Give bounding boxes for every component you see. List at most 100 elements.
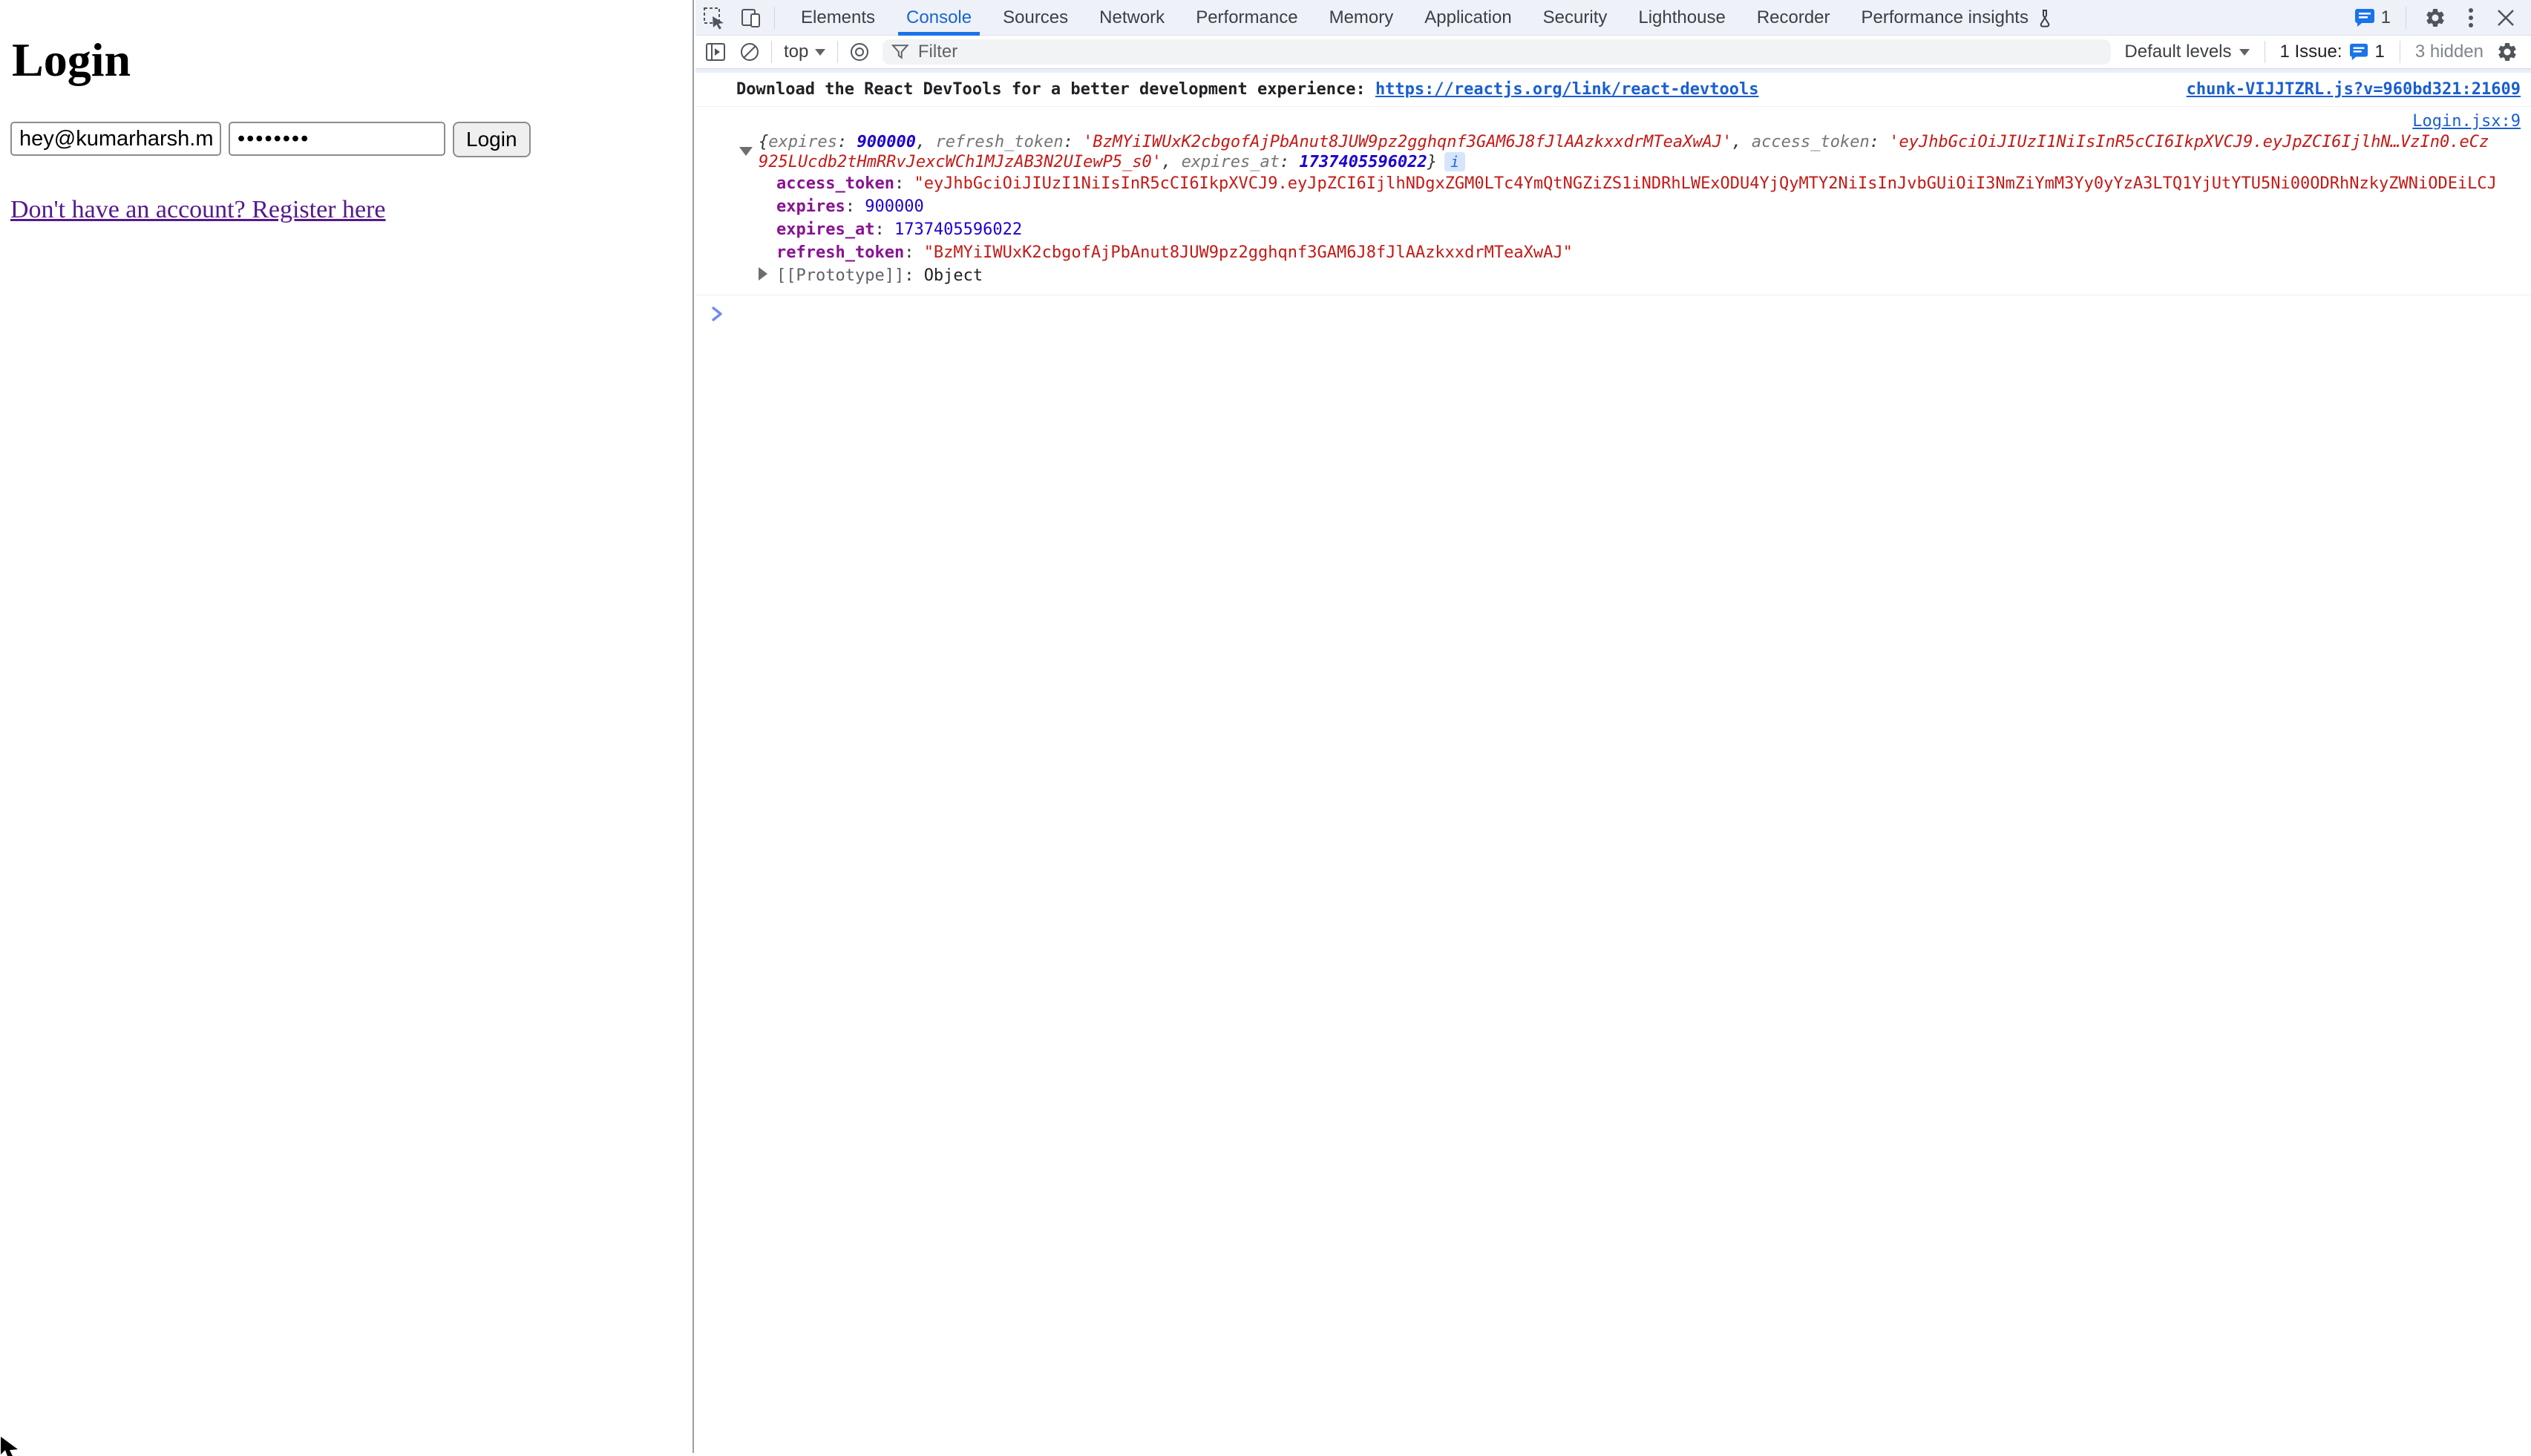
preview-segment: : <box>1870 133 1890 151</box>
hidden-messages-label: 3 hidden <box>2415 42 2483 62</box>
preview-segment: } <box>1427 153 1437 171</box>
preview-segment: 'eyJhbGciOiJIUzI1NiIsInR5cCI6IkpXVCJ9.ey… <box>1889 133 2489 151</box>
issues-count: 1 <box>2375 42 2385 62</box>
tab-label: Elements <box>801 7 875 28</box>
react-devtools-message: Download the React DevTools for a better… <box>736 80 1759 99</box>
source-link-chunk[interactable]: chunk-VIJJTZRL.js?v=960bd321:21609 <box>2187 80 2521 99</box>
tab-lighthouse[interactable]: Lighthouse <box>1623 0 1741 36</box>
preview-segment: 'BzMYiIWUxK2cbgofAjPbAnut8JUW9pz2gghqnf3… <box>1083 133 1732 151</box>
console-settings-gear-icon[interactable] <box>2494 36 2521 68</box>
issues-counter[interactable]: 1 Issue: 1 <box>2280 42 2385 62</box>
console-filter <box>883 39 2111 65</box>
inspect-element-icon[interactable] <box>695 0 733 36</box>
context-label: top <box>784 42 808 62</box>
preview-segment: expires_at <box>1182 153 1280 171</box>
execution-context-selector[interactable]: top <box>776 42 833 62</box>
tab-sources[interactable]: Sources <box>987 0 1084 36</box>
page-title: Login <box>12 33 692 88</box>
prop-key: refresh_token <box>776 243 904 262</box>
device-toolbar-icon[interactable] <box>733 0 770 36</box>
prototype-row: [[Prototype]]: Object <box>759 264 2521 287</box>
password-field[interactable] <box>229 122 445 156</box>
preview-segment: , <box>1162 153 1182 171</box>
tab-performance-insights[interactable]: Performance insights <box>1846 0 2069 36</box>
login-button[interactable]: Login <box>453 122 531 157</box>
console-prop-row: expires_at: 1737405596022 <box>776 218 2521 241</box>
collapse-triangle-icon[interactable] <box>739 147 753 156</box>
tab-recorder[interactable]: Recorder <box>1741 0 1846 36</box>
prop-value: 900000 <box>865 197 923 216</box>
expand-triangle-icon[interactable] <box>759 267 767 281</box>
tab-label: Memory <box>1329 7 1394 28</box>
prop-colon: : <box>874 220 894 239</box>
tab-console[interactable]: Console <box>891 0 987 36</box>
prop-colon: : <box>904 243 924 262</box>
preview-segment: { <box>759 133 768 151</box>
clear-console-icon[interactable] <box>733 36 767 68</box>
preview-segment: refresh_token <box>935 133 1063 151</box>
tab-label: Performance <box>1196 7 1297 28</box>
value-evaluated-info-badge[interactable]: i <box>1444 152 1465 171</box>
settings-gear-icon[interactable] <box>2421 0 2449 36</box>
browser-page: Login Login Don't have an account? Regis… <box>0 0 694 1453</box>
preview-segment: access_token <box>1752 133 1870 151</box>
prop-value: 1737405596022 <box>894 220 1022 239</box>
tab-security[interactable]: Security <box>1528 0 1623 36</box>
tab-label: Performance insights <box>1862 7 2029 28</box>
preview-segment: : <box>1064 133 1084 151</box>
object-properties: access_token: "eyJhbGciOiJIUzI1NiIsInR5c… <box>776 172 2521 264</box>
console-messages-indicator[interactable]: 1 <box>2354 7 2391 28</box>
preview-segment: 1737405596022 <box>1300 153 1427 171</box>
react-devtools-link[interactable]: https://reactjs.org/link/react-devtools <box>1375 80 1759 99</box>
register-link[interactable]: Don't have an account? Register here <box>10 196 386 224</box>
divider <box>774 7 775 29</box>
console-sidebar-toggle-icon[interactable] <box>698 36 733 68</box>
tab-elements[interactable]: Elements <box>785 0 891 36</box>
tab-application[interactable]: Application <box>1409 0 1527 36</box>
email-field[interactable] <box>10 122 221 156</box>
tabbar-right-controls: 1 <box>2354 0 2531 36</box>
devtools-tabbar: Elements Console Sources Network Performance… <box>695 0 2531 36</box>
tab-label: Lighthouse <box>1638 7 1725 28</box>
preview-segment: 900000 <box>857 133 915 151</box>
tab-network[interactable]: Network <box>1084 0 1180 36</box>
live-expression-eye-icon[interactable] <box>842 36 877 68</box>
prop-colon: : <box>845 197 865 216</box>
tab-label: Recorder <box>1757 7 1830 28</box>
prop-key: expires_at <box>776 220 874 239</box>
prompt-chevron-icon <box>709 306 725 322</box>
preview-segment: 925LUcdb2tHmRRvJexcWCh1MJzAB3N2UIewP5_s0… <box>759 153 1162 171</box>
mouse-cursor <box>0 1437 22 1456</box>
console-log-message: Login.jsx:9 {expires: 900000, refresh_to… <box>695 107 2531 295</box>
object-preview: {expires: 900000, refresh_token: 'BzMYiI… <box>759 132 2521 172</box>
preview-segment: , <box>916 133 936 151</box>
preview-segment: : <box>1280 153 1300 171</box>
tab-memory[interactable]: Memory <box>1314 0 1409 36</box>
prop-value: "BzMYiIWUxK2cbgofAjPbAnut8JUW9pz2gghqnf3… <box>924 243 1573 262</box>
prop-value: "eyJhbGciOiJIUzI1NiIsInR5cCI6IkpXVCJ9.ey… <box>914 174 2496 193</box>
filter-input[interactable] <box>917 41 2103 63</box>
chevron-down-icon <box>2239 49 2250 56</box>
console-prop-row: expires: 900000 <box>776 195 2521 218</box>
devtools-tabs: Elements Console Sources Network Performance… <box>785 0 2069 36</box>
log-levels-dropdown[interactable]: Default levels <box>2124 42 2249 62</box>
message-bubble-icon <box>2354 8 2375 27</box>
issue-bubble-icon <box>2349 43 2368 61</box>
tab-label: Security <box>1543 7 1608 28</box>
console-prompt[interactable] <box>695 295 2531 322</box>
prop-key: access_token <box>776 174 894 193</box>
object-preview-line1: {expires: 900000, refresh_token: 'BzMYiI… <box>759 132 2521 152</box>
preview-segment: : <box>837 133 857 151</box>
chevron-down-icon <box>815 49 825 56</box>
divider <box>837 41 838 63</box>
flask-icon <box>2036 8 2054 27</box>
tab-label: Network <box>1099 7 1165 28</box>
close-devtools-icon[interactable] <box>2492 0 2519 36</box>
tab-performance[interactable]: Performance <box>1180 0 1313 36</box>
divider <box>771 41 772 63</box>
tab-label: Sources <box>1003 7 1068 28</box>
console-messages: Download the React DevTools for a better… <box>695 73 2531 322</box>
filter-funnel-icon <box>891 43 909 61</box>
kebab-menu-icon[interactable] <box>2460 0 2482 36</box>
source-link-login[interactable]: Login.jsx:9 <box>2412 112 2521 131</box>
